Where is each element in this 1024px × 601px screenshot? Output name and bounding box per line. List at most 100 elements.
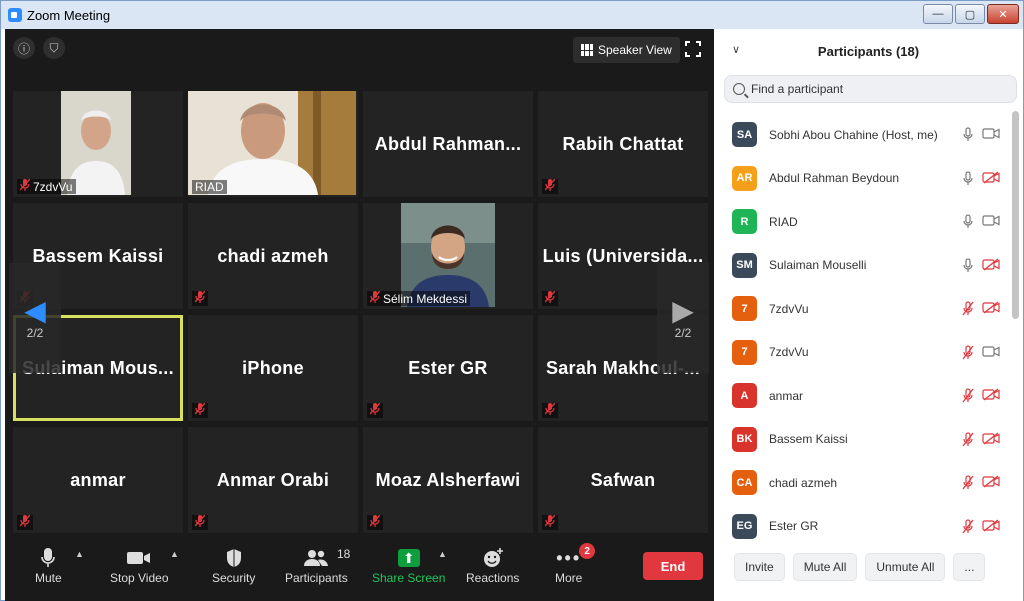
muted-mic-icon[interactable]	[961, 344, 975, 363]
video-off-icon[interactable]	[982, 518, 1000, 535]
share-screen-button[interactable]: ⬆ Share Screen	[372, 545, 445, 585]
end-meeting-button[interactable]: End	[643, 552, 703, 580]
close-button[interactable]: ✕	[987, 4, 1019, 24]
more-button[interactable]: ••• 2 More	[555, 543, 596, 585]
muted-mic-icon	[544, 402, 556, 418]
video-tile[interactable]: Sélim Mekdessi	[363, 203, 533, 309]
maximize-button[interactable]: ▢	[955, 4, 985, 24]
muted-mic-icon[interactable]	[961, 431, 975, 450]
video-options-chevron-icon[interactable]: ▲	[170, 549, 179, 559]
avatar: EG	[732, 513, 757, 539]
video-camera-icon	[126, 545, 152, 571]
video-tile[interactable]: Anmar Orabi	[188, 427, 358, 533]
stop-video-button[interactable]: Stop Video	[110, 545, 169, 585]
tile-label	[367, 402, 383, 418]
video-icon[interactable]	[982, 345, 1000, 361]
video-tile[interactable]: chadi azmeh	[188, 203, 358, 309]
meeting-info-icon[interactable]: ⓘ	[13, 37, 35, 59]
video-gallery: ⓘ ⛉ Speaker View 7zdvVu RIAD Abdul Rahman.…	[5, 29, 714, 539]
muted-mic-icon	[19, 178, 31, 194]
video-tile[interactable]: Rabih Chattat	[538, 91, 708, 197]
tile-participant-name: Safwan	[590, 469, 656, 490]
muted-mic-icon[interactable]	[961, 301, 975, 319]
tile-participant-name: anmar	[70, 469, 126, 490]
muted-mic-icon[interactable]	[961, 518, 975, 537]
avatar: 7	[732, 296, 757, 322]
mute-all-button[interactable]: Mute All	[792, 553, 858, 581]
security-button[interactable]: Security	[212, 545, 255, 585]
tile-label	[542, 514, 558, 530]
video-icon[interactable]	[982, 127, 1000, 143]
fullscreen-icon[interactable]	[685, 41, 701, 57]
participant-row[interactable]: 7 7zdvVu	[732, 287, 1002, 331]
participant-row[interactable]: R RIAD	[732, 200, 1002, 244]
mic-icon[interactable]	[961, 127, 975, 145]
video-icon[interactable]	[982, 214, 1000, 230]
tile-label	[192, 290, 208, 306]
more-dots-icon: ••• 2	[556, 543, 596, 571]
mic-icon[interactable]	[961, 257, 975, 276]
tile-label	[17, 514, 33, 530]
video-tile[interactable]: Ester GR	[363, 315, 533, 421]
video-off-icon[interactable]	[982, 475, 1000, 491]
video-tile[interactable]: Abdul Rahman...	[363, 91, 533, 197]
video-tile[interactable]: Moaz Alsherfawi	[363, 427, 533, 533]
mic-icon[interactable]	[961, 170, 975, 189]
participant-row[interactable]: BK Bassem Kaissi	[732, 418, 1002, 462]
participant-name: Sulaiman Mouselli	[769, 258, 867, 273]
audio-options-chevron-icon[interactable]: ▲	[75, 549, 84, 559]
next-page-button[interactable]: ▶ 2/2	[657, 263, 709, 373]
participant-search[interactable]	[724, 75, 1017, 103]
mic-icon[interactable]	[961, 214, 975, 232]
video-off-icon[interactable]	[982, 388, 1000, 404]
speaker-view-label: Speaker View	[598, 43, 672, 57]
participant-row[interactable]: 7 7zdvVu	[732, 331, 1002, 375]
share-screen-label: Share Screen	[372, 571, 446, 585]
muted-mic-icon	[194, 514, 206, 530]
participant-row[interactable]: EG Ester GR	[732, 505, 1002, 549]
shield-icon[interactable]: ⛉	[43, 37, 65, 59]
speaker-view-button[interactable]: Speaker View	[573, 37, 680, 63]
muted-mic-icon[interactable]	[961, 475, 975, 493]
mute-label: Mute	[35, 571, 62, 585]
microphone-icon	[41, 545, 56, 571]
muted-mic-icon	[544, 178, 556, 194]
muted-mic-icon	[369, 290, 381, 306]
scrollbar[interactable]	[1012, 111, 1019, 319]
invite-button[interactable]: Invite	[734, 553, 785, 581]
video-off-icon[interactable]	[982, 431, 1000, 448]
reactions-button[interactable]: Reactions	[466, 545, 519, 585]
tile-name-label: 7zdvVu	[33, 179, 73, 194]
participant-name: 7zdvVu	[769, 301, 809, 316]
stop-video-label: Stop Video	[110, 571, 169, 585]
participant-row[interactable]: SM Sulaiman Mouselli	[732, 244, 1002, 288]
search-icon	[733, 83, 745, 95]
video-tile[interactable]: Safwan	[538, 427, 708, 533]
video-off-icon[interactable]	[982, 170, 1000, 187]
video-off-icon[interactable]	[982, 257, 1000, 274]
video-tile[interactable]: anmar	[13, 427, 183, 533]
video-tile[interactable]: RIAD	[188, 91, 358, 197]
video-tile[interactable]: iPhone	[188, 315, 358, 421]
minimize-button[interactable]: —	[923, 4, 953, 24]
participant-row[interactable]: CA chadi azmeh	[732, 461, 1002, 505]
participants-button[interactable]: 18 Participants	[285, 545, 350, 585]
muted-mic-icon[interactable]	[961, 388, 975, 406]
more-options-button[interactable]: ...	[953, 553, 986, 581]
participant-row[interactable]: SA Sobhi Abou Chahine (Host, me)	[732, 113, 1002, 157]
muted-mic-icon	[544, 290, 556, 306]
avatar: SM	[732, 252, 757, 278]
prev-page-button[interactable]: ◀ 2/2	[9, 263, 61, 373]
video-tile[interactable]: 7zdvVu	[13, 91, 183, 197]
tile-label	[542, 402, 558, 418]
participant-row[interactable]: Aanmar	[732, 374, 1002, 418]
participant-row[interactable]: AR Abdul Rahman Beydoun	[732, 157, 1002, 201]
unmute-all-button[interactable]: Unmute All	[865, 553, 946, 581]
video-off-icon[interactable]	[982, 301, 1000, 317]
tile-participant-name: iPhone	[242, 357, 304, 378]
tile-participant-name: Rabih Chattat	[562, 133, 684, 154]
share-options-chevron-icon[interactable]: ▲	[438, 549, 447, 559]
participant-grid: 7zdvVu RIAD Abdul Rahman... Rabih Chattat Ba…	[13, 91, 708, 533]
search-input[interactable]	[751, 82, 1001, 96]
mute-button[interactable]: Mute	[35, 545, 62, 585]
